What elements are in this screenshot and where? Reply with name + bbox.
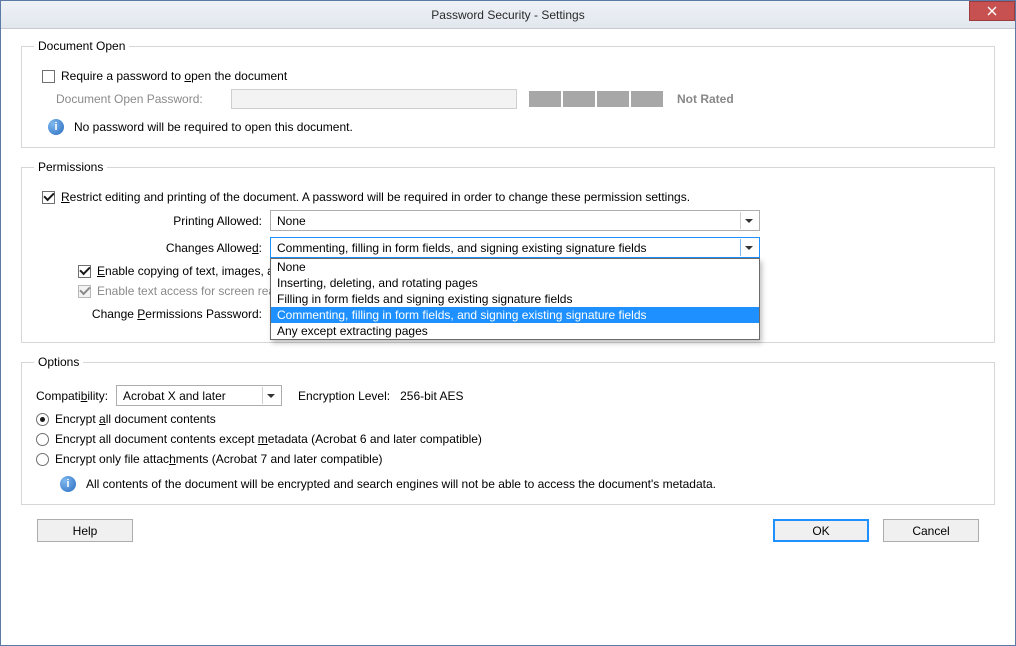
close-button[interactable] [969,1,1015,21]
encrypt-all-radio[interactable] [36,413,49,426]
encrypt-except-metadata-radio[interactable] [36,433,49,446]
options-group: Options Compatibility: Acrobat X and lat… [21,355,995,505]
changes-allowed-value: Commenting, filling in form fields, and … [277,241,647,255]
password-security-settings-dialog: Password Security - Settings Document Op… [0,0,1016,646]
changes-option-commenting[interactable]: Commenting, filling in form fields, and … [271,307,759,323]
compatibility-label: Compatibility: [36,389,108,403]
cancel-button[interactable]: Cancel [883,519,979,542]
chevron-down-icon [740,212,757,229]
password-strength-meter [529,91,663,107]
document-open-group: Document Open Require a password to open… [21,39,995,148]
info-icon: i [48,119,64,135]
options-info-text: All contents of the document will be enc… [86,477,716,491]
chevron-down-icon [262,387,279,404]
document-open-legend: Document Open [34,39,129,53]
ok-button[interactable]: OK [773,519,869,542]
enable-copying-label: Enable copying of text, images, an [97,264,280,278]
encrypt-attachments-label: Encrypt only file attachments (Acrobat 7… [55,452,383,466]
password-strength-label: Not Rated [677,92,734,106]
changes-allowed-label: Changes Allowed: [56,241,270,255]
close-icon [987,6,997,16]
require-open-password-label: Require a password to open the document [61,69,287,83]
printing-allowed-select[interactable]: None [270,210,760,231]
options-legend: Options [34,355,83,369]
changes-allowed-select[interactable]: Commenting, filling in form fields, and … [270,237,760,258]
encryption-level-label: Encryption Level: [298,389,390,403]
changes-option-inserting[interactable]: Inserting, deleting, and rotating pages [271,275,759,291]
encrypt-attachments-radio[interactable] [36,453,49,466]
changes-allowed-dropdown: None Inserting, deleting, and rotating p… [270,258,760,340]
enable-copying-checkbox[interactable] [78,265,91,278]
compatibility-value: Acrobat X and later [123,389,226,403]
document-open-info-text: No password will be required to open thi… [74,120,353,134]
help-button[interactable]: Help [37,519,133,542]
enable-screen-reader-checkbox [78,285,91,298]
document-open-password-input [231,89,517,109]
changes-option-any-except[interactable]: Any except extracting pages [271,323,759,339]
info-icon: i [60,476,76,492]
compatibility-select[interactable]: Acrobat X and later [116,385,282,406]
change-permissions-password-label: Change Permissions Password: [56,307,270,321]
restrict-editing-checkbox[interactable] [42,191,55,204]
window-title: Password Security - Settings [431,8,584,22]
permissions-group: Permissions Restrict editing and printin… [21,160,995,343]
require-open-password-checkbox[interactable] [42,70,55,83]
options-info-row: i All contents of the document will be e… [36,476,980,492]
encrypt-all-label: Encrypt all document contents [55,412,216,426]
document-open-password-label: Document Open Password: [56,92,231,106]
encryption-level-value: 256-bit AES [400,389,463,403]
printing-allowed-value: None [277,214,306,228]
document-open-info-row: i No password will be required to open t… [36,119,980,135]
restrict-editing-label: Restrict editing and printing of the doc… [61,190,690,204]
encrypt-except-metadata-label: Encrypt all document contents except met… [55,432,482,446]
enable-screen-reader-label: Enable text access for screen reade [97,284,288,298]
changes-option-filling[interactable]: Filling in form fields and signing exist… [271,291,759,307]
printing-allowed-label: Printing Allowed: [56,214,270,228]
chevron-down-icon [740,239,757,256]
titlebar: Password Security - Settings [1,1,1015,29]
changes-option-none[interactable]: None [271,259,759,275]
permissions-legend: Permissions [34,160,107,174]
